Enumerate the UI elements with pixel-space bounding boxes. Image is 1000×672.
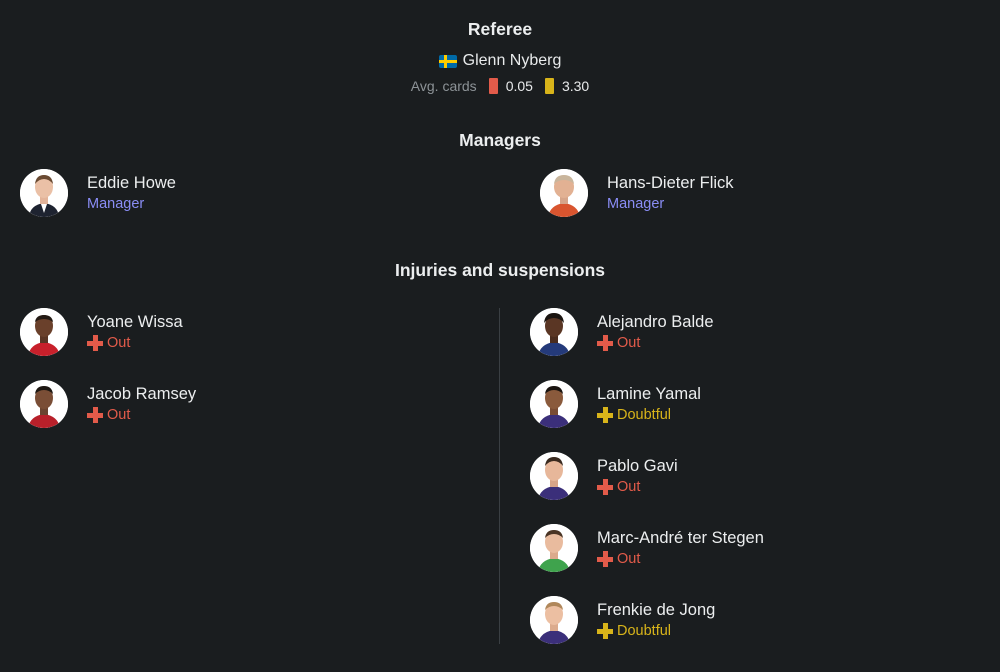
avatar [540,169,588,217]
injury-status: Out [597,477,678,497]
referee-avg-cards: Avg. cards 0.05 3.30 [0,78,1000,94]
player-name: Marc-André ter Stegen [597,529,764,547]
avatar [20,169,68,217]
yellow-card-icon [544,78,554,94]
injury-status: Out [597,333,714,353]
manager-name: Eddie Howe [87,174,176,192]
avatar [530,452,578,500]
avatar [530,380,578,428]
yellow-cards-value: 3.30 [561,78,590,94]
referee-name: Glenn Nyberg [462,52,562,69]
out-cross-icon [597,479,613,495]
out-cross-icon [87,407,103,423]
doubtful-cross-icon [597,407,613,423]
managers-section-title: Managers [459,130,541,150]
avatar [530,596,578,644]
doubtful-cross-icon [597,623,613,639]
player-name: Frenkie de Jong [597,601,716,619]
avatar [530,524,578,572]
avg-cards-label: Avg. cards [410,78,477,94]
injury-status: Out [87,405,196,425]
column-divider [499,308,500,644]
injury-list-item[interactable]: Lamine Yamal Doubtful [530,380,701,428]
avatar [20,308,68,356]
injury-status: Out [87,333,183,353]
player-name: Lamine Yamal [597,385,701,403]
sweden-flag-icon [438,54,457,68]
player-name: Pablo Gavi [597,457,678,475]
referee-row: Glenn Nyberg [0,52,1000,70]
injury-list-item[interactable]: Marc-André ter Stegen Out [530,524,764,572]
manager-home[interactable]: Eddie Howe Manager [20,169,176,217]
red-card-icon [488,78,498,94]
injury-status: Out [597,549,764,569]
injury-list-item[interactable]: Yoane Wissa Out [20,308,183,356]
manager-role: Manager [87,196,145,212]
manager-away[interactable]: Hans-Dieter Flick Manager [540,169,734,217]
injury-list-item[interactable]: Jacob Ramsey Out [20,380,196,428]
manager-name: Hans-Dieter Flick [607,174,734,192]
injuries-section-title: Injuries and suspensions [394,260,606,280]
out-cross-icon [597,551,613,567]
avatar [530,308,578,356]
player-name: Yoane Wissa [87,313,183,331]
avatar [20,380,68,428]
injury-list-item[interactable]: Alejandro Balde Out [530,308,714,356]
referee-section-title: Referee [467,19,533,39]
out-cross-icon [87,335,103,351]
injury-status: Doubtful [597,621,715,641]
injury-list-item[interactable]: Pablo Gavi Out [530,452,678,500]
injury-status: Doubtful [597,405,701,425]
match-info-panel: Referee Glenn Nyberg Avg. cards 0.05 3.3… [0,0,1000,672]
manager-role: Manager [607,196,665,212]
out-cross-icon [597,335,613,351]
injury-list-item[interactable]: Frenkie de Jong Doubtful [530,596,715,644]
red-cards-value: 0.05 [505,78,533,94]
player-name: Jacob Ramsey [87,385,197,403]
player-name: Alejandro Balde [597,313,714,331]
